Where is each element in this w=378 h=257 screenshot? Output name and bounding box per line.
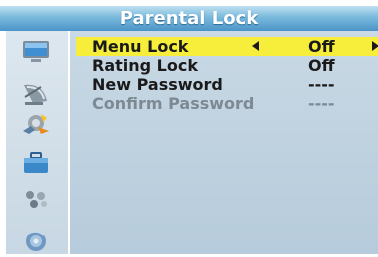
confirm-password-value: ---- xyxy=(308,94,335,113)
arrow-left-icon[interactable] xyxy=(252,41,259,51)
disc-icon[interactable] xyxy=(21,229,51,253)
menu-lock-label: Menu Lock xyxy=(92,37,189,56)
parental-lock-screen: Parental Lock Menu Lock Off Rating Lock … xyxy=(0,0,378,254)
page-title: Parental Lock xyxy=(0,6,378,31)
rating-lock-label: Rating Lock xyxy=(92,56,198,75)
toolbox-icon[interactable] xyxy=(21,151,51,175)
new-password-value: ---- xyxy=(308,75,335,94)
new-password-row[interactable]: New Password ---- xyxy=(80,75,378,94)
dots-icon[interactable] xyxy=(21,187,51,211)
settings-panel: Menu Lock Off Rating Lock Off New Passwo… xyxy=(70,31,378,254)
settings-icon[interactable] xyxy=(21,111,51,135)
confirm-password-label: Confirm Password xyxy=(92,94,255,113)
menu-lock-value: Off xyxy=(308,37,335,56)
new-password-label: New Password xyxy=(92,75,223,94)
confirm-password-row: Confirm Password ---- xyxy=(80,94,378,113)
sidebar xyxy=(6,31,70,254)
monitor-icon[interactable] xyxy=(21,40,51,64)
rating-lock-row[interactable]: Rating Lock Off xyxy=(80,56,378,75)
arrow-right-icon[interactable] xyxy=(372,41,378,51)
rating-lock-value: Off xyxy=(308,56,335,75)
satellite-dish-icon[interactable] xyxy=(21,81,51,105)
menu-lock-row[interactable]: Menu Lock Off xyxy=(76,37,378,56)
